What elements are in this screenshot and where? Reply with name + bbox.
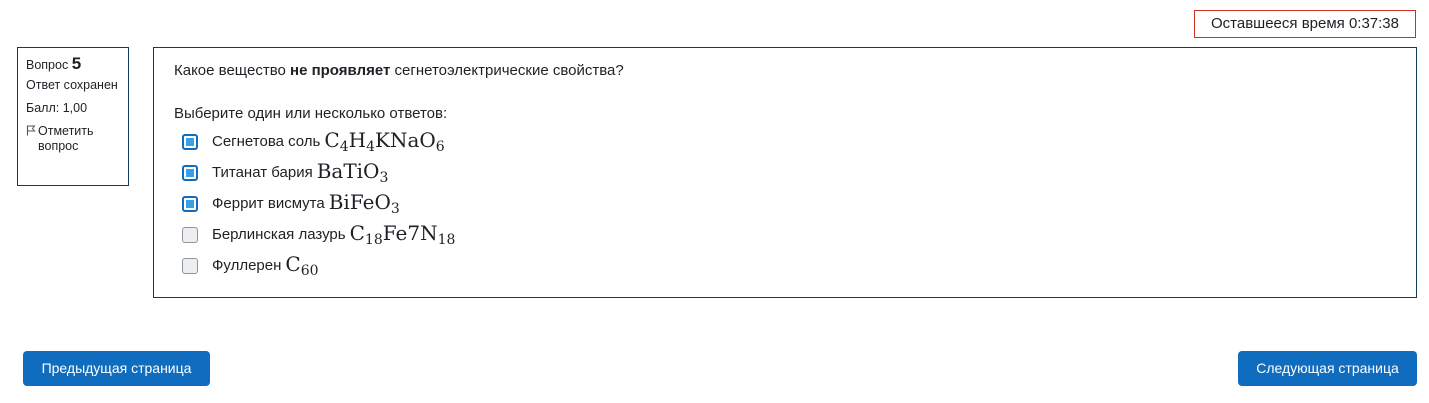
question-state: Ответ сохранен [26,78,118,92]
answer-list: Сегнетова соль C4H4KNaO6 Титанат бария BaTi… [182,126,455,281]
answer-formula: C60 [285,252,319,279]
answer-label: Берлинская лазурь [212,226,346,243]
answer-checkbox[interactable] [182,226,198,243]
answer-option[interactable]: Феррит висмута BiFeO3 [182,188,455,219]
answer-label: Феррит висмута [212,195,325,212]
question-text: Какое вещество не проявляет сегнетоэлект… [174,62,624,80]
flag-question-label: Отметить вопрос [38,124,94,153]
question-label: Вопрос [26,58,69,72]
answer-option[interactable]: Фуллерен C60 [182,250,455,281]
answer-formula: C18Fe7N18 [349,221,456,248]
previous-page-button[interactable]: Предыдущая страница [23,351,210,386]
answer-formula: C4H4KNaO6 [324,128,445,155]
answer-label: Титанат бария [212,164,313,181]
flag-icon [26,125,38,140]
question-number-value: 5 [71,54,82,73]
answer-checkbox[interactable] [182,195,198,212]
answer-prompt: Выберите один или несколько ответов: [174,105,448,122]
answer-formula: BaTiO3 [316,159,389,186]
question-text-after: сегнетоэлектрические свойства? [394,62,624,79]
timer-display: Оставшееся время 0:37:38 [1194,10,1416,38]
answer-checkbox[interactable] [182,257,198,274]
flag-question-link[interactable]: Отметить вопрос [26,124,122,154]
answer-option[interactable]: Титанат бария BaTiO3 [182,157,455,188]
question-text-before: Какое вещество [174,62,286,79]
answer-option[interactable]: Сегнетова соль C4H4KNaO6 [182,126,455,157]
question-number: Вопрос 5 [26,54,122,73]
answer-label: Сегнетова соль [212,133,321,150]
answer-formula: BiFeO3 [328,190,400,217]
question-text-emphasis: не проявляет [290,62,391,79]
next-page-button[interactable]: Следующая страница [1238,351,1417,386]
answer-checkbox[interactable] [182,133,198,150]
answer-label: Фуллерен [212,257,282,274]
question-grade: Балл: 1,00 [26,101,88,115]
answer-checkbox[interactable] [182,164,198,181]
answer-option[interactable]: Берлинская лазурь C18Fe7N18 [182,219,455,250]
question-content: Какое вещество не проявляет сегнетоэлект… [153,47,1417,298]
question-info-panel: Вопрос 5 Ответ сохранен Балл: 1,00 Отмет… [17,47,129,186]
